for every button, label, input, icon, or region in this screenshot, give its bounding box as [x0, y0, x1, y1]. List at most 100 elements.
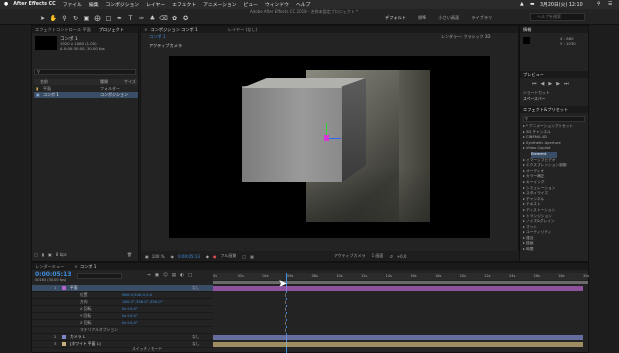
property-keyframe-track[interactable]: I [213, 321, 583, 326]
property-keyframe-track[interactable]: I [213, 300, 583, 305]
gizmo-x-axis[interactable] [327, 138, 341, 139]
roto-brush-tool-icon[interactable]: ✿ [170, 14, 179, 23]
type-tool-icon[interactable]: T [126, 14, 135, 23]
column-name[interactable]: 名前 [40, 79, 48, 85]
effects-presets-tab[interactable]: エフェクト&プリセット [520, 106, 588, 113]
layer-row[interactable]: 2 カメラ 1 なし [32, 334, 213, 341]
column-size[interactable]: サイズ [124, 79, 136, 85]
reset-exposure-icon[interactable]: ↺ [389, 254, 392, 259]
next-frame-icon[interactable]: ▶ [556, 81, 560, 87]
property-keyframe-track[interactable]: I [213, 314, 583, 319]
resolution-dropdown[interactable]: フル画質 [220, 253, 236, 259]
motion-blur-icon[interactable]: ◐ [180, 273, 184, 278]
tab-layer[interactable]: レイヤー (なし) [228, 26, 258, 33]
effects-category-item[interactable]: ▸ 時間 [523, 247, 588, 253]
prev-frame-icon[interactable]: ◀ [541, 81, 545, 87]
tab-project[interactable]: プロジェクト [99, 26, 124, 33]
snapshot-icon[interactable]: ◉ [171, 254, 175, 259]
menubar-clock[interactable]: 3月20日(火) 12:10 [540, 1, 583, 8]
interpret-footage-icon[interactable]: ▢ [34, 252, 38, 257]
apple-icon[interactable]: ● [4, 2, 8, 7]
renderer-label[interactable]: レンダラー: クラシック 3D [441, 34, 490, 40]
region-of-interest-icon[interactable]: □ [242, 254, 246, 259]
property-keyframe-track[interactable]: I [213, 307, 583, 312]
draft-3d-icon[interactable]: ▣ [155, 273, 159, 278]
workspace-small-screen[interactable]: 小さい画面 [438, 15, 459, 21]
frame-blending-icon[interactable]: ▤ [172, 273, 176, 278]
layer-label-color[interactable] [62, 335, 66, 339]
timeline-search-input[interactable] [77, 273, 122, 279]
keyframe-marker[interactable]: I [285, 300, 286, 305]
layer-property-row[interactable]: Y 回転 0x+0.0° [32, 313, 213, 320]
viewer-timecode[interactable]: 0:00:05:13 [178, 254, 200, 259]
camera-tool-icon[interactable]: ▣ [82, 14, 91, 23]
preview-tab[interactable]: プレビュー [520, 71, 588, 78]
property-value[interactable]: 180.0°,356.0°,350.0° [122, 299, 163, 304]
layer-row[interactable]: 3 [ホワイト 平面 1] なし [32, 341, 213, 348]
trash-icon[interactable]: 🗑 [127, 252, 132, 257]
camera-snapshot-icon[interactable]: ◆ [206, 254, 209, 259]
selection-tool-icon[interactable]: ➤ [38, 14, 47, 23]
battery-icon[interactable]: ▬ [530, 2, 535, 7]
spotlight-icon[interactable]: ⚲ [597, 2, 601, 7]
layer-label-color[interactable] [62, 342, 66, 346]
tab-composition[interactable]: コンポジション コンポ 1 [151, 26, 198, 33]
column-type[interactable]: 種類 [100, 79, 108, 85]
graph-editor-icon[interactable]: □ [188, 273, 192, 278]
workspace-default[interactable]: デフォルト [385, 15, 406, 21]
rectangle-tool-icon[interactable]: □ [104, 14, 113, 23]
show-channel-icon[interactable]: ● [213, 254, 217, 259]
layer-duration-bar[interactable] [213, 286, 583, 291]
hand-tool-icon[interactable]: ✋ [49, 14, 58, 23]
gizmo-anchor[interactable] [324, 135, 329, 141]
workspace-libraries[interactable]: ライブラリ [471, 15, 492, 21]
keyframe-marker[interactable]: I [285, 328, 286, 333]
tab-effect-controls[interactable]: エフェクトコントロール 平面 [35, 26, 91, 33]
work-area-bar[interactable] [213, 281, 588, 284]
shy-icon[interactable]: ☺ [163, 273, 168, 278]
always-preview-icon[interactable]: ▣ [145, 254, 149, 259]
project-list-item[interactable]: ▣ コンポ 1 コンポジション [34, 92, 138, 98]
wifi-icon[interactable]: ▲ [520, 2, 524, 7]
property-keyframe-track[interactable]: I [213, 293, 583, 298]
layer-duration-bar[interactable] [213, 342, 583, 347]
close-icon[interactable]: × [74, 263, 78, 270]
comp-mini-flowchart-icon[interactable]: ⇝ [147, 273, 151, 278]
time-ruler[interactable]: 0s 02s 04s 06s 08s 10s 12s 14s 16s 18s 20s 22s 24s 26… [213, 273, 589, 280]
menu-animation[interactable]: アニメーション [203, 1, 236, 8]
property-value[interactable]: 0x+0.0° [122, 320, 138, 325]
keyframe-marker[interactable]: I [285, 293, 286, 298]
layer-label-color[interactable] [62, 286, 66, 290]
app-name-menu[interactable]: After Effects CC [13, 2, 56, 7]
layer-name[interactable]: カメラ 1 [70, 334, 85, 340]
views-dropdown[interactable]: 1 画面 [372, 253, 384, 259]
last-frame-icon[interactable]: ⏭ [564, 81, 569, 87]
layer-parent-dropdown[interactable]: なし [192, 341, 200, 347]
pan-behind-tool-icon[interactable]: ⨁ [93, 14, 102, 23]
new-comp-icon[interactable]: ▣ [48, 252, 52, 257]
menu-layer[interactable]: レイヤー [146, 1, 165, 8]
tab-render-queue[interactable]: レンダーキュー [35, 263, 64, 270]
shortcut-dropdown[interactable]: スペースバー [523, 96, 545, 102]
menu-edit[interactable]: 編集 [89, 1, 99, 8]
project-search-input[interactable]: ⚲ [34, 69, 136, 75]
keyframe-marker[interactable]: I [285, 314, 286, 319]
help-search-input[interactable]: ヘルプを検索 [530, 13, 585, 21]
menu-effect[interactable]: エフェクト [172, 1, 196, 8]
layer-parent-dropdown[interactable]: なし [192, 285, 200, 291]
keyframe-marker[interactable]: I [285, 321, 286, 326]
property-keyframe-track[interactable]: I [213, 328, 583, 333]
pen-tool-icon[interactable]: ✒ [115, 14, 124, 23]
property-value[interactable]: 0x+0.0° [122, 306, 138, 311]
layer-name[interactable]: [ホワイト 平面 1] [70, 341, 101, 347]
menu-view[interactable]: ビュー [244, 1, 258, 8]
viewer-canvas[interactable] [169, 56, 490, 238]
property-value[interactable]: 960.0,540.0,0.0 [122, 292, 152, 297]
stamp-tool-icon[interactable]: ♣ [148, 14, 157, 23]
tab-comp-1[interactable]: コンポ 1 [80, 263, 97, 270]
workspace-standard[interactable]: 標準 [418, 15, 426, 21]
layer-parent-dropdown[interactable]: なし [192, 334, 200, 340]
layer-property-row[interactable]: マテリアルオプション [32, 327, 213, 334]
layer-property-row[interactable]: X 回転 0x+0.0° [32, 306, 213, 313]
first-frame-icon[interactable]: ⏮ [532, 81, 537, 87]
